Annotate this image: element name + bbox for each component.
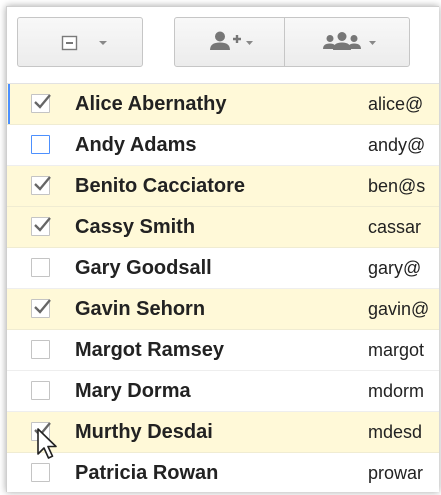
contact-name[interactable]: Murthy Desdai: [75, 421, 213, 444]
contact-email: mdorm: [368, 381, 425, 401]
add-person-icon: [210, 31, 253, 50]
checkmark-icon: [34, 217, 51, 232]
contact-name[interactable]: Cassy Smith: [75, 216, 195, 239]
row-checkbox[interactable]: [31, 299, 51, 318]
contact-email: gary@: [368, 258, 422, 278]
contact-row[interactable]: Patricia Rowan prowar: [7, 453, 439, 492]
row-checkbox[interactable]: [31, 340, 50, 359]
checkmark-icon: [34, 94, 51, 109]
contact-email: mdesd: [368, 422, 423, 442]
contact-row[interactable]: Gary Goodsall gary@: [7, 248, 439, 289]
contacts-panel: Alice Abernathy alice@ Andy Adams andy@ …: [6, 6, 439, 492]
contact-row[interactable]: Gavin Sehorn gavin@: [7, 289, 439, 330]
add-to-circles-button[interactable]: [174, 17, 285, 67]
contact-name[interactable]: Gavin Sehorn: [75, 298, 205, 321]
contact-row[interactable]: Cassy Smith cassar: [7, 207, 439, 248]
contact-list: Alice Abernathy alice@ Andy Adams andy@ …: [7, 84, 439, 492]
contact-row[interactable]: Mary Dorma mdorm: [7, 371, 439, 412]
contact-email: alice@: [368, 94, 424, 114]
contact-name[interactable]: Andy Adams: [75, 134, 197, 157]
caret-down-icon: [369, 41, 376, 45]
contact-row[interactable]: Andy Adams andy@: [7, 125, 439, 166]
select-all-checkbox-icon: [61, 35, 107, 51]
contact-name[interactable]: Patricia Rowan: [75, 462, 218, 485]
row-checkbox[interactable]: [31, 135, 50, 154]
contact-name[interactable]: Alice Abernathy: [75, 93, 227, 116]
mouse-pointer-icon: [37, 428, 57, 459]
row-checkbox[interactable]: [31, 217, 51, 236]
contact-email: ben@s: [368, 176, 426, 196]
contact-name[interactable]: Benito Cacciatore: [75, 175, 245, 198]
contact-row[interactable]: Alice Abernathy alice@: [7, 84, 439, 125]
row-checkbox[interactable]: [31, 381, 50, 400]
contact-row[interactable]: Benito Cacciatore ben@s: [7, 166, 439, 207]
row-checkbox[interactable]: [31, 94, 51, 113]
contact-row[interactable]: Margot Ramsey margot: [7, 330, 439, 371]
contact-name[interactable]: Margot Ramsey: [75, 339, 224, 362]
contact-name[interactable]: Gary Goodsall: [75, 257, 212, 280]
contact-email: gavin@: [368, 299, 430, 319]
contact-email: andy@: [368, 135, 426, 155]
contact-email: prowar: [368, 463, 424, 483]
checkmark-icon: [34, 176, 51, 191]
contact-name[interactable]: Mary Dorma: [75, 380, 191, 403]
people-group-icon: [323, 32, 376, 50]
checkmark-icon: [34, 299, 51, 314]
contact-email: cassar: [368, 217, 422, 237]
row-checkbox[interactable]: [31, 176, 51, 195]
caret-down-icon: [246, 41, 253, 45]
contact-row[interactable]: Murthy Desdai mdesd: [7, 412, 439, 453]
select-menu-button[interactable]: [17, 17, 143, 67]
row-checkbox[interactable]: [31, 258, 50, 277]
contact-email: margot: [368, 340, 425, 360]
caret-down-icon: [99, 41, 107, 45]
toolbar: [7, 7, 439, 84]
group-button[interactable]: [284, 17, 410, 67]
